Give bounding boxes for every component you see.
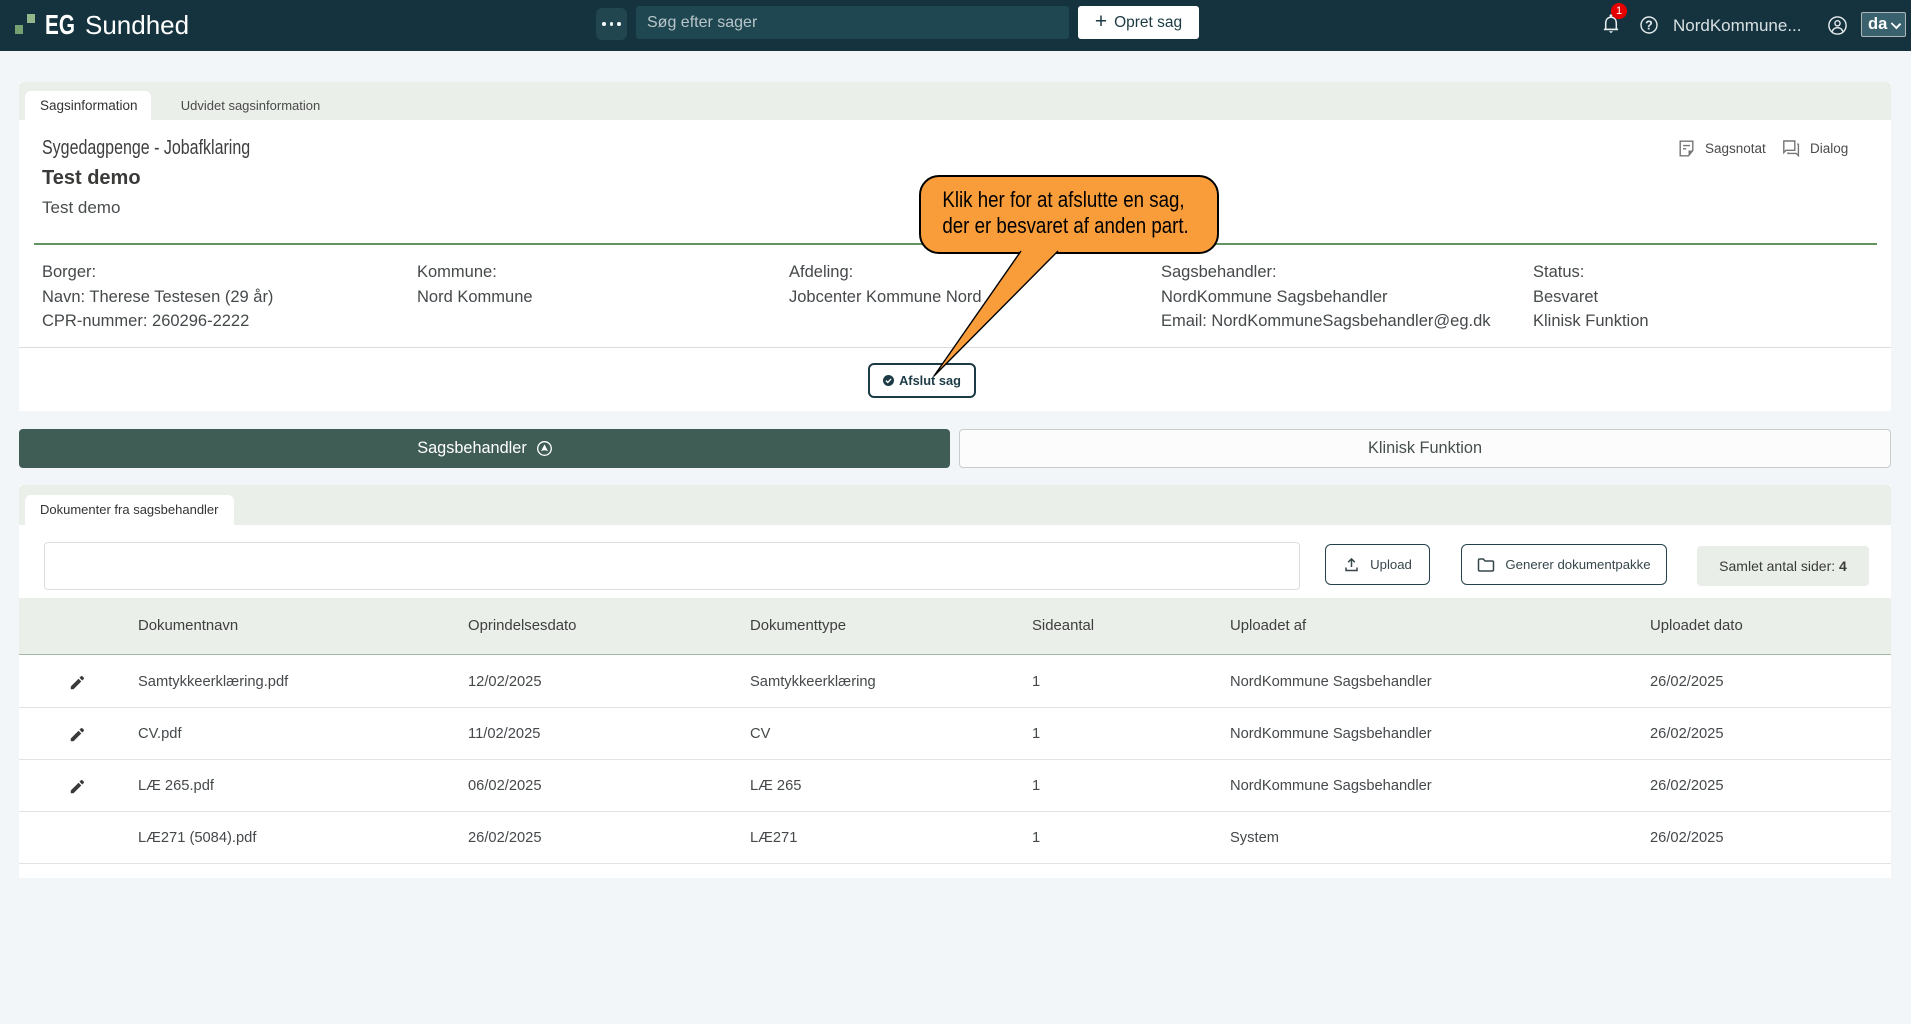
svg-text:?: ?	[1645, 19, 1653, 33]
